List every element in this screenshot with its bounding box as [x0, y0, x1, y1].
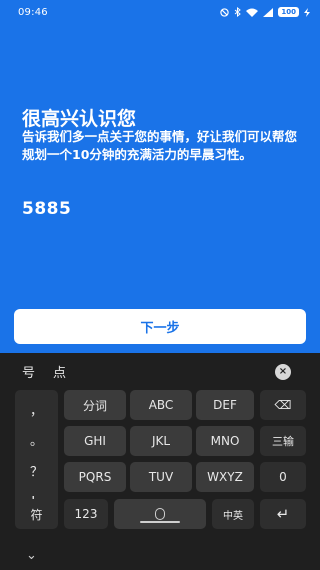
candidate-bar: 号 点 × [0, 353, 320, 383]
signal-icon [263, 7, 274, 17]
key-ghi[interactable]: GHI [64, 426, 126, 456]
page-description: 告诉我们多一点关于您的事情，好让我们可以帮您规划一个10分钟的充满活力的早晨习性… [22, 129, 298, 162]
wifi-icon [246, 8, 259, 17]
backspace-icon: ⌫ [274, 398, 292, 412]
language-switch-key[interactable]: 中英 [212, 499, 254, 529]
enter-key[interactable]: ↵ [260, 499, 306, 529]
key-fenci[interactable]: 分词 [64, 390, 126, 420]
candidate-2[interactable]: 点 [53, 362, 66, 381]
bluetooth-icon [235, 7, 242, 17]
keyboard: 号 点 × ， 。 ？ ！ 分词 ABC DEF ⌫ GHI JKL MNO 三… [0, 353, 320, 570]
newline-key[interactable]: 三输 [260, 426, 306, 456]
symbol-key[interactable]: 符 [15, 499, 58, 529]
key-jkl[interactable]: JKL [130, 426, 192, 456]
hide-keyboard-icon[interactable]: ⌄ [26, 548, 37, 563]
battery-indicator: 100 [278, 7, 299, 17]
next-button[interactable]: 下一步 [14, 309, 306, 344]
page-title: 很高兴认识您 [22, 108, 137, 130]
key-mno[interactable]: MNO [196, 426, 254, 456]
app-screen: 09:46 100 很高兴认识您 告诉我们多一点关于您的事情，好让我们可以帮您规… [0, 0, 320, 353]
dnd-icon [220, 7, 230, 17]
key-wxyz[interactable]: WXYZ [196, 462, 254, 492]
punct-comma-key[interactable]: ， [30, 400, 43, 419]
punct-question-key[interactable]: ？ [30, 461, 43, 480]
backspace-key[interactable]: ⌫ [260, 390, 306, 420]
status-bar: 09:46 100 [0, 0, 320, 24]
key-abc[interactable]: ABC [130, 390, 192, 420]
space-key[interactable] [114, 499, 206, 529]
number-key[interactable]: 123 [64, 499, 108, 529]
punct-period-key[interactable]: 。 [30, 430, 43, 449]
key-pqrs[interactable]: PQRS [64, 462, 126, 492]
microphone-icon [155, 508, 165, 520]
close-candidates-icon[interactable]: × [275, 364, 291, 380]
space-bar-line [140, 521, 180, 523]
candidate-1[interactable]: 号 [22, 362, 35, 381]
status-time: 09:46 [18, 6, 48, 18]
key-def[interactable]: DEF [196, 390, 254, 420]
key-zero[interactable]: 0 [260, 462, 306, 492]
key-tuv[interactable]: TUV [130, 462, 192, 492]
charging-icon [304, 7, 310, 17]
typed-value[interactable]: 5885 [22, 199, 71, 219]
enter-icon: ↵ [276, 505, 290, 523]
status-icons: 100 [220, 7, 310, 17]
